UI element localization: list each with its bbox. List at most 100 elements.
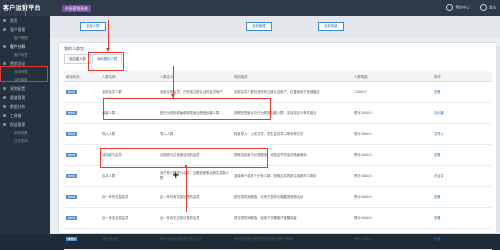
operation-link[interactable]: 查看 bbox=[434, 237, 441, 241]
menu-icon bbox=[3, 105, 6, 108]
sidebar-item[interactable]: 日志查询 bbox=[0, 137, 50, 145]
sidebar-item[interactable]: 数据分析 bbox=[0, 102, 50, 111]
group-name: 合并人群 bbox=[102, 173, 116, 178]
status-badge: NEW bbox=[66, 215, 78, 221]
operation-link[interactable]: 查看 bbox=[434, 216, 441, 220]
group-size: 预计4000人 bbox=[354, 215, 373, 220]
table-cell: 查看 bbox=[432, 144, 492, 166]
group-panel: 我的人群包 我创建人群 我收藏的人群 使用状态 人群名称 人群定义 规则描述 人… bbox=[58, 42, 498, 250]
group-name: 近一年未交易会员 bbox=[102, 215, 129, 220]
all-manage-button[interactable]: 全部管理 bbox=[246, 22, 272, 31]
sidebar-item[interactable]: 营销配置 bbox=[0, 84, 50, 93]
col-description: 规则描述 bbox=[232, 71, 352, 82]
help-link[interactable]: 帮助中心 bbox=[446, 4, 470, 11]
table-row[interactable]: NEW 近一年未交易会员 近一年内无交易记录的会员 按交易时间圈选，适用于沉睡客户唤醒… bbox=[64, 207, 492, 229]
annotation-arrow bbox=[25, 2, 26, 16]
sidebar-item[interactable]: 权益管理 bbox=[0, 120, 50, 129]
top-bar: 客户运营平台 市场营销系统 帮助中心 退出 bbox=[0, 0, 500, 16]
menu-icon bbox=[3, 96, 6, 99]
annotation-arrow bbox=[186, 168, 187, 212]
sidebar-item[interactable]: 首页 bbox=[0, 16, 50, 25]
highlight-sidebar-item bbox=[0, 66, 48, 82]
sidebar-item-label: 权益管理 bbox=[10, 122, 26, 127]
col-size: 人群规模 bbox=[352, 71, 432, 82]
group-size: 11000+ bbox=[354, 89, 368, 94]
table-cell: 近一年未交易会员 bbox=[100, 207, 158, 229]
table-cell: 导入人群 bbox=[100, 123, 158, 145]
table-cell: NEW bbox=[64, 102, 100, 124]
operation-link[interactable]: 去导入 bbox=[434, 132, 444, 136]
sidebar-item[interactable]: 客户标签 bbox=[0, 51, 50, 59]
table-cell: 预计4000人 bbox=[352, 207, 432, 229]
logout-icon bbox=[479, 4, 487, 11]
operation-link[interactable]: 查看 bbox=[434, 90, 441, 94]
table-row[interactable]: NEW 合并人群 对已有人群进行合并、交集或差集运算生成新人群 选择两个或多个已有人群… bbox=[64, 165, 492, 187]
sidebar-item[interactable]: 系统设置 bbox=[0, 129, 50, 137]
group-name: 导入人群 bbox=[102, 131, 116, 136]
system-badge[interactable]: 市场营销系统 bbox=[62, 5, 91, 12]
group-size: 预计3000人 bbox=[354, 131, 373, 136]
logout-link[interactable]: 退出 bbox=[479, 4, 496, 11]
operation-link[interactable]: 去合并 bbox=[434, 174, 444, 178]
sidebar-item-label: 首页 bbox=[10, 18, 18, 23]
group-definition: 导入人群 bbox=[160, 131, 174, 136]
status-badge: NEW bbox=[66, 173, 78, 179]
col-operation: 操作 bbox=[432, 71, 492, 82]
table-cell: 预计4000人 bbox=[352, 144, 432, 166]
table-cell: 导入人群 bbox=[158, 123, 232, 145]
sidebar-item[interactable]: 客户视图 bbox=[0, 34, 50, 42]
table-cell: 批量导入：上传文件，学生会员导入等多种方式 bbox=[232, 123, 352, 145]
table-row[interactable]: NEW 导入人群 导入人群 批量导入：上传文件，学生会员导入等多种方式 预计3000人 去… bbox=[64, 123, 492, 145]
group-definition: 对已有人群进行合并、交集或差集运算生成新人群 bbox=[160, 171, 230, 180]
table-cell: 合并人群 bbox=[100, 165, 158, 187]
highlight-favorite-tab bbox=[88, 52, 124, 71]
table-row[interactable]: NEW 近一年有交易会员 近一年内有交易记录的会员 按交易时间圈选，可用于复购与唤醒类… bbox=[64, 186, 492, 208]
table-cell: 近一年内有交易记录的会员 bbox=[158, 186, 232, 208]
all-groups-button[interactable]: 全部人群 bbox=[80, 22, 106, 31]
all-scenes-button[interactable]: 全部场景 bbox=[318, 22, 344, 31]
table-cell: 预计3000人 bbox=[352, 102, 432, 124]
annotation-arrow bbox=[108, 20, 109, 50]
group-description: 批量导入：上传文件，学生会员导入等多种方式 bbox=[234, 131, 304, 136]
sidebar-item-label: 营销配置 bbox=[10, 86, 26, 91]
sidebar-item-label: 客户视图 bbox=[14, 36, 28, 40]
table-cell: 预计3000人 bbox=[352, 165, 432, 187]
annotation-arrowhead bbox=[183, 164, 188, 168]
sidebar-item[interactable]: 渠道管理 bbox=[0, 93, 50, 102]
sidebar-item-label: 客户标签 bbox=[14, 53, 28, 57]
table-cell: 近一年内无交易记录的会员 bbox=[158, 207, 232, 229]
sidebar: 首页 客户管理 客户视图 客户分群 客户标签 营销活动 活动列表 活动模板 营销配置 渠道管理 数据… bbox=[0, 16, 50, 234]
sidebar-item-label: 日志查询 bbox=[14, 139, 28, 143]
menu-icon bbox=[3, 28, 6, 31]
app-brand: 客户运营平台 bbox=[3, 5, 41, 12]
table-cell: 查看 bbox=[432, 186, 492, 208]
table-cell: 选择两个或多个已有人群，按照合并规则生成新的人群包 bbox=[232, 165, 352, 187]
toolbar: 全部人群 全部管理 全部场景 bbox=[50, 16, 500, 38]
table-cell: NEW bbox=[64, 165, 100, 187]
operation-link[interactable]: 去创建 bbox=[434, 111, 444, 115]
operation-link[interactable]: 查看 bbox=[434, 153, 441, 157]
annotation-arrowhead bbox=[170, 94, 175, 98]
group-size: 预计3000人 bbox=[354, 173, 373, 178]
menu-icon bbox=[3, 19, 6, 22]
sidebar-item-label: 工具箱 bbox=[10, 113, 22, 118]
group-name: 高价值会员 bbox=[102, 236, 119, 241]
operation-link[interactable]: 查看 bbox=[434, 195, 441, 199]
menu-icon bbox=[3, 123, 6, 126]
mouse-cursor-icon: + bbox=[172, 171, 180, 181]
sidebar-item[interactable]: 客户管理 bbox=[0, 25, 50, 34]
col-status: 使用状态 bbox=[64, 71, 100, 82]
scrollbar[interactable] bbox=[496, 46, 500, 232]
status-badge: NEW bbox=[66, 131, 78, 137]
table-row[interactable]: NEW 高价值会员 累计消费金额较高的核心会员 按消费金额与频次圈选的高价值客户群体 预… bbox=[64, 228, 492, 250]
group-name: 近一年有交易会员 bbox=[102, 194, 129, 199]
table-cell: 预计5000人 bbox=[352, 186, 432, 208]
sidebar-item[interactable]: 客户分群 bbox=[0, 42, 50, 51]
status-badge: NEW bbox=[66, 152, 78, 158]
tab-my-created[interactable]: 我创建人群 bbox=[64, 54, 91, 64]
menu-icon bbox=[3, 87, 6, 90]
group-definition: 累计消费金额较高的核心会员 bbox=[160, 236, 203, 241]
table-cell: 预计3000人 bbox=[352, 123, 432, 145]
sidebar-item[interactable]: 工具箱 bbox=[0, 111, 50, 120]
sidebar-item-label: 数据分析 bbox=[10, 104, 26, 109]
